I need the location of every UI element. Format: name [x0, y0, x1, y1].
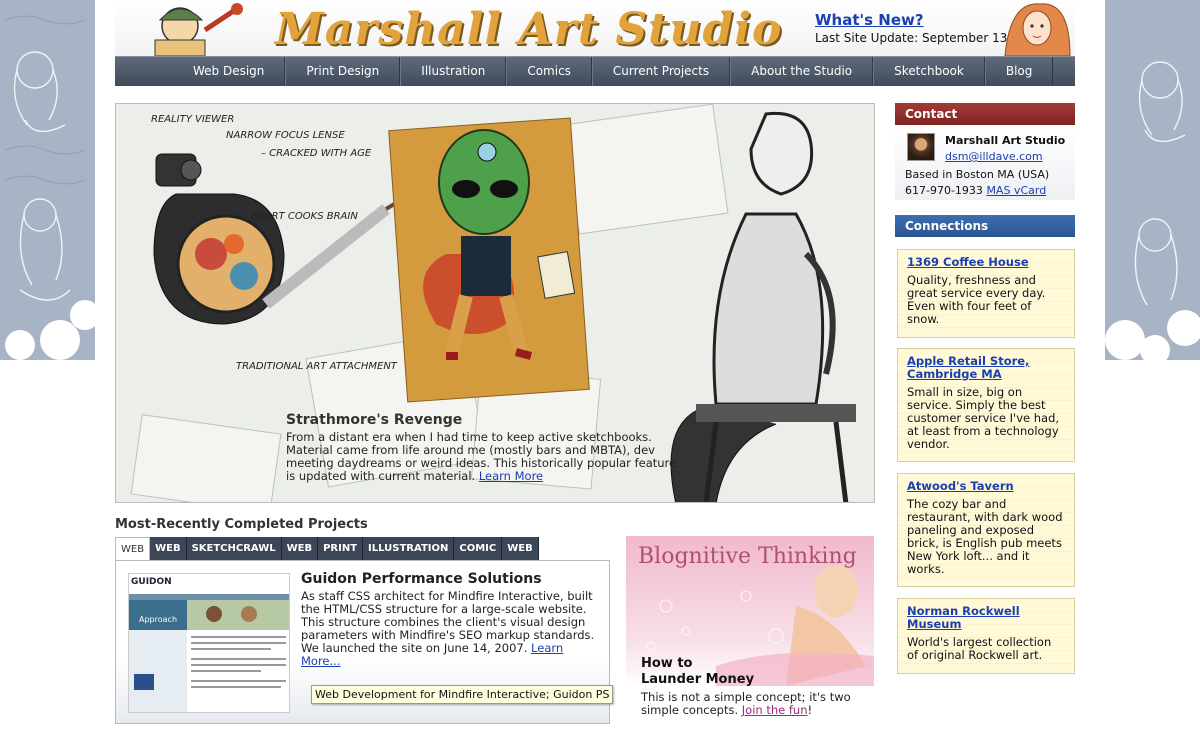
guidon-site-screenshot: GUIDON Approach — [129, 574, 289, 712]
site-header: Marshall Art Studio What's New? Last Sit… — [115, 0, 1075, 56]
connection-description: The cozy bar and restaurant, with dark w… — [907, 497, 1063, 576]
connection-description: World's largest collection of original R… — [907, 635, 1052, 662]
painter-mascot-illustration — [154, 3, 243, 56]
annotation-heart-cooks-brain: HEART COOKS BRAIN — [251, 211, 358, 222]
vcard-link[interactable]: MAS vCard — [986, 184, 1046, 197]
avatar — [907, 133, 935, 161]
tab-comic[interactable]: COMIC — [454, 537, 503, 560]
thumb-logo: GUIDON — [131, 577, 172, 587]
nav-comics[interactable]: Comics — [506, 57, 592, 86]
tab-illustration[interactable]: ILLUSTRATION — [363, 537, 455, 560]
annotation-traditional-art: TRADITIONAL ART ATTACHMENT — [236, 361, 398, 372]
thumb-label: Approach — [139, 615, 177, 624]
blog-post-teaser: This is not a simple concept; it's two s… — [641, 690, 851, 717]
sketch-figures-art — [1134, 61, 1186, 306]
connection-card: 1369 Coffee House Quality, freshness and… — [897, 249, 1075, 338]
contact-email-link[interactable]: dsm@illdave.com — [945, 150, 1043, 163]
tab-sketchcrawl[interactable]: SKETCHCRAWL — [186, 537, 282, 560]
connection-card: Apple Retail Store, Cambridge MA Small i… — [897, 348, 1075, 462]
nav-sketchbook[interactable]: Sketchbook — [873, 57, 985, 86]
connection-card: Norman Rockwell Museum World's largest c… — [897, 598, 1075, 674]
connection-description: Small in size, big on service. Simply th… — [907, 385, 1060, 451]
contact-name: Marshall Art Studio — [945, 134, 1066, 147]
projects-heading: Most-Recently Completed Projects — [115, 517, 368, 532]
connections-heading: Connections — [895, 215, 1075, 237]
thumbnail-tooltip: Web Development for Mindfire Interactive… — [311, 685, 614, 704]
blog-promo[interactable]: Blognitive Thinking How to Launder Money … — [626, 536, 874, 724]
redhead-illustration — [1004, 3, 1071, 56]
right-side-artwork — [1105, 0, 1200, 360]
nav-about-the-studio[interactable]: About the Studio — [730, 57, 874, 86]
nav-current-projects[interactable]: Current Projects — [591, 57, 731, 86]
contact-location: Based in Boston MA (USA) — [905, 168, 1050, 181]
site-logo[interactable]: Marshall Art Studio — [275, 4, 782, 55]
tab-web-2[interactable]: WEB — [150, 537, 187, 560]
tab-web-3[interactable]: WEB — [281, 537, 319, 560]
nav-web-design[interactable]: Web Design — [173, 57, 286, 86]
tab-web-1[interactable]: WEB — [115, 537, 151, 560]
project-thumbnail[interactable]: GUIDON Approach — [128, 573, 290, 713]
nav-illustration[interactable]: Illustration — [400, 57, 507, 86]
join-the-fun-link[interactable]: Join the fun — [742, 703, 808, 717]
tab-web-4[interactable]: WEB — [502, 537, 539, 560]
hero-caption: Strathmore's Revenge From a distant era … — [286, 412, 686, 483]
connection-card: Atwood's Tavern The cozy bar and restaur… — [897, 473, 1075, 587]
main-navigation: Web Design Print Design Illustration Com… — [115, 56, 1075, 86]
left-side-artwork — [0, 0, 95, 360]
annotation-cracked: – CRACKED WITH AGE — [261, 148, 372, 159]
blog-post-headline: How to Launder Money — [641, 656, 755, 687]
annotation-narrow-focus: NARROW FOCUS LENSE — [226, 130, 345, 141]
annotation-reality-viewer: REALITY VIEWER — [151, 114, 234, 125]
nav-blog[interactable]: Blog — [984, 57, 1054, 86]
connection-description: Quality, freshness and great service eve… — [907, 273, 1046, 326]
project-description: As staff CSS architect for Mindfire Inte… — [301, 589, 595, 668]
contact-box: Marshall Art Studio dsm@illdave.com Base… — [895, 125, 1075, 200]
hero-title: Strathmore's Revenge — [286, 412, 463, 428]
connection-link-1369-coffee-house[interactable]: 1369 Coffee House — [907, 256, 1065, 269]
hero-learn-more-link[interactable]: Learn More — [479, 469, 543, 483]
connection-link-norman-rockwell-museum[interactable]: Norman Rockwell Museum — [907, 605, 1065, 631]
project-title: Guidon Performance Solutions — [301, 571, 542, 587]
whats-new-link[interactable]: What's New? — [815, 11, 924, 29]
tab-print[interactable]: PRINT — [318, 537, 364, 560]
blog-title: Blognitive Thinking — [638, 544, 857, 569]
connection-link-atwoods-tavern[interactable]: Atwood's Tavern — [907, 480, 1065, 493]
contact-heading: Contact — [895, 103, 1075, 125]
featured-sketchbook-banner[interactable]: REALITY VIEWER NARROW FOCUS LENSE – CRAC… — [115, 103, 875, 503]
contact-phone: 617-970-1933 MAS vCard — [905, 184, 1047, 197]
nav-print-design[interactable]: Print Design — [285, 57, 401, 86]
project-tabs: WEB WEB SKETCHCRAWL WEB PRINT ILLUSTRATI… — [115, 537, 539, 560]
hero-description: From a distant era when I had time to ke… — [286, 430, 677, 483]
connection-link-apple-store[interactable]: Apple Retail Store, Cambridge MA — [907, 355, 1065, 381]
